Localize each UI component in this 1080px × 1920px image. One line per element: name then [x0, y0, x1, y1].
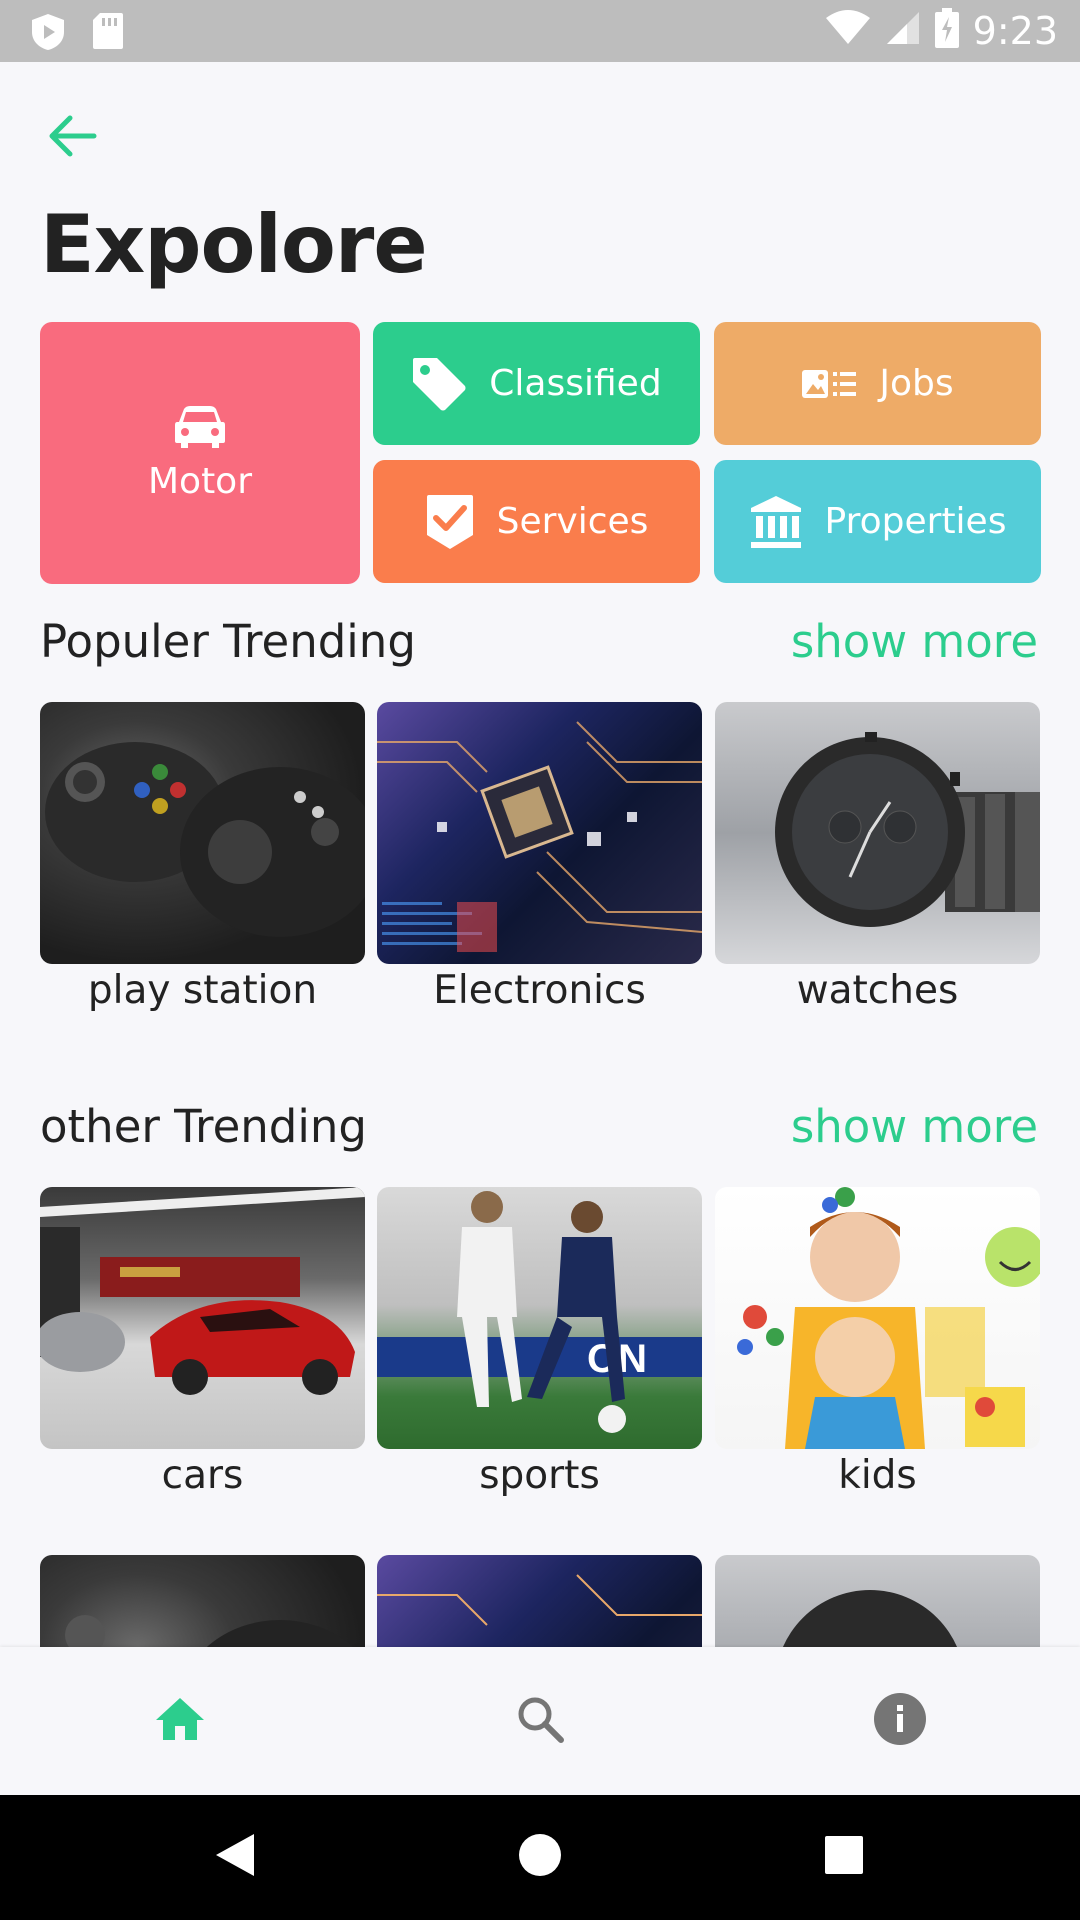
- partial-image[interactable]: [715, 1555, 1040, 1647]
- system-back-button[interactable]: [175, 1795, 295, 1920]
- play-station-image: [40, 702, 365, 964]
- trending-card-watches[interactable]: watches: [715, 702, 1040, 1013]
- category-classified[interactable]: Classified: [373, 322, 700, 445]
- section-title-popular: Populer Trending: [40, 615, 416, 668]
- status-time: 9:23: [972, 8, 1058, 53]
- category-jobs-label: Jobs: [879, 363, 954, 404]
- category-motor-label: Motor: [147, 460, 253, 502]
- info-icon: [873, 1692, 927, 1751]
- nav-info[interactable]: [820, 1647, 980, 1795]
- trending-card-cars[interactable]: cars: [40, 1187, 365, 1498]
- cars-label: cars: [161, 1453, 244, 1498]
- id-card-icon: [801, 368, 857, 400]
- nav-search[interactable]: [460, 1647, 620, 1795]
- circle-home-icon: [518, 1833, 562, 1882]
- play-station-label: play station: [87, 968, 318, 1013]
- sd-card-icon: [92, 12, 124, 57]
- arrow-left-icon: [48, 114, 98, 163]
- watches-image: [715, 702, 1040, 964]
- system-nav-bar: [0, 1795, 1080, 1920]
- trending-card-kids[interactable]: kids: [715, 1187, 1040, 1498]
- status-bar: 9:23: [0, 0, 1080, 62]
- search-icon: [515, 1694, 565, 1749]
- partial-image[interactable]: [40, 1555, 365, 1647]
- category-properties-label: Properties: [824, 501, 1007, 542]
- trending-card-play-station[interactable]: play station: [40, 702, 365, 1013]
- electronics-label: Electronics: [433, 968, 646, 1013]
- category-motor[interactable]: Motor: [40, 322, 360, 584]
- category-services[interactable]: Services: [373, 460, 700, 583]
- category-services-label: Services: [496, 501, 649, 542]
- check-badge-icon: [425, 493, 475, 551]
- watches-label: watches: [796, 968, 959, 1013]
- show-more-popular-link[interactable]: show more: [791, 615, 1038, 668]
- triangle-back-icon: [214, 1832, 256, 1883]
- home-icon: [154, 1696, 206, 1747]
- partial-row: [0, 1555, 1080, 1647]
- wifi-icon: [825, 10, 871, 51]
- page-title: Expolore: [40, 198, 428, 291]
- kids-label: kids: [838, 1453, 917, 1498]
- category-classified-label: Classified: [489, 363, 662, 404]
- electronics-image: [377, 702, 702, 964]
- bank-icon: [749, 494, 803, 550]
- bottom-nav: [0, 1647, 1080, 1795]
- system-recents-button[interactable]: [784, 1795, 904, 1920]
- signal-icon: [885, 10, 921, 51]
- tag-icon: [411, 356, 467, 412]
- category-properties[interactable]: Properties: [714, 460, 1041, 583]
- trending-card-electronics[interactable]: Electronics: [377, 702, 702, 1013]
- category-jobs[interactable]: Jobs: [714, 322, 1041, 445]
- nav-home[interactable]: [100, 1647, 260, 1795]
- cars-image: [40, 1187, 365, 1449]
- show-more-other-link[interactable]: show more: [791, 1100, 1038, 1153]
- sports-image: ON: [377, 1187, 702, 1449]
- battery-icon: [934, 8, 959, 53]
- shield-icon: [30, 12, 66, 57]
- back-button[interactable]: [40, 105, 106, 171]
- sports-label: sports: [479, 1453, 600, 1498]
- square-recents-icon: [824, 1835, 864, 1880]
- car-icon: [174, 405, 226, 449]
- partial-image[interactable]: [377, 1555, 702, 1647]
- kids-image: [715, 1187, 1040, 1449]
- section-title-other: other Trending: [40, 1100, 367, 1153]
- trending-card-sports[interactable]: ON sports: [377, 1187, 702, 1498]
- system-home-button[interactable]: [480, 1795, 600, 1920]
